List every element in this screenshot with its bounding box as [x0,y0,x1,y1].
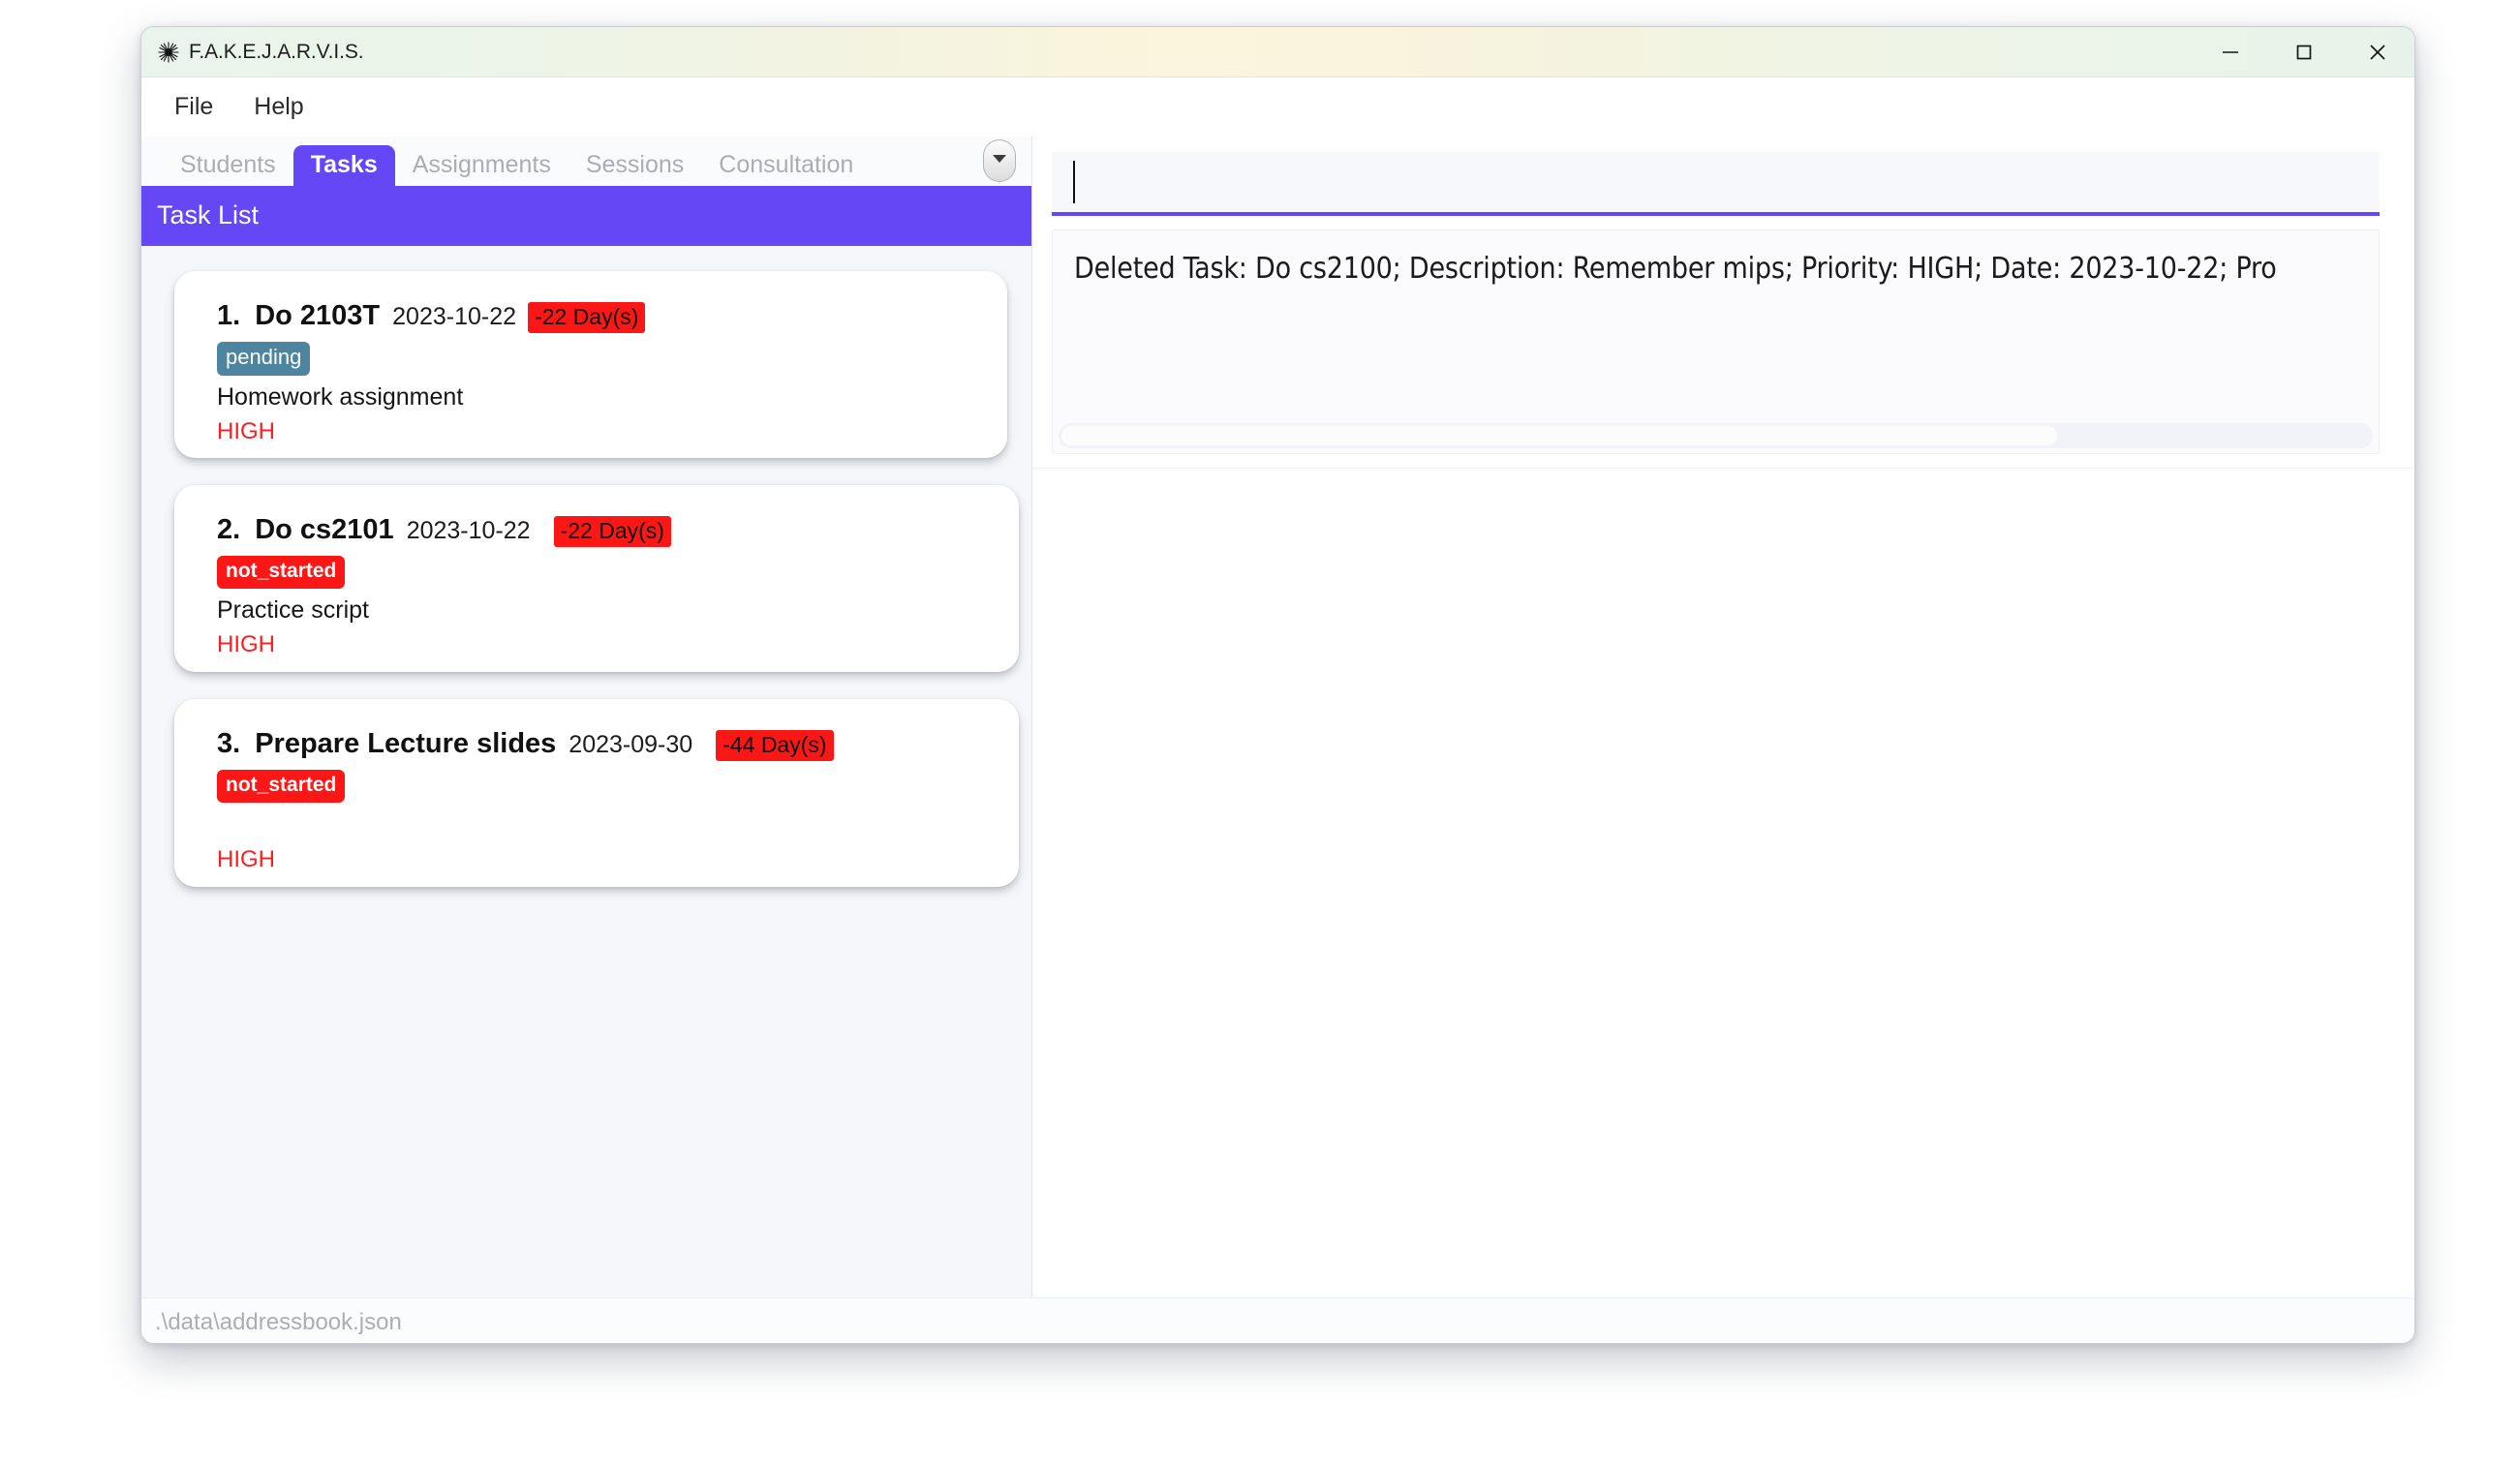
task-date: 2023-10-22 [392,303,517,330]
task-days-badge: -44 Day(s) [716,730,834,762]
task-description: Homework assignment [217,382,464,411]
tab-assignments[interactable]: Assignments [395,145,569,186]
task-card[interactable]: 2. Do cs2101 2023-10-22 -22 Day(s) not_s… [174,485,1019,672]
menu-bar: File Help [141,77,2414,137]
tab-sessions[interactable]: Sessions [569,145,701,186]
command-input[interactable] [1052,152,2380,216]
task-status-badge: pending [217,342,311,376]
task-name: Prepare Lecture slides [255,728,557,759]
tab-overflow-button[interactable] [983,139,1016,182]
result-scrollbar-thumb[interactable] [1061,426,2057,445]
right-panel-empty-area [1032,468,2414,1297]
status-bar-path: .\data\addressbook.json [155,1308,402,1335]
right-panel: Deleted Task: Do cs2100; Description: Re… [1032,137,2414,1297]
screen-root: F.A.K.E.J.A.R.V.I.S. File Help Students … [0,0,2520,1464]
maximize-button[interactable] [2267,27,2341,77]
task-card[interactable]: 3. Prepare Lecture slides 2023-09-30 -44… [174,699,1019,887]
snowflake-icon [157,41,180,64]
task-card-headline: 1. Do 2103T 2023-10-22 -22 Day(s) [217,300,980,334]
main-content: Students Tasks Assignments Sessions Cons… [141,137,2414,1297]
task-priority: HIGH [217,630,275,657]
task-card-headline: 2. Do cs2101 2023-10-22 -22 Day(s) [217,514,992,548]
close-button[interactable] [2341,27,2414,77]
application-window: F.A.K.E.J.A.R.V.I.S. File Help Students … [140,26,2415,1344]
chevron-down-icon [991,152,1008,169]
task-index: 2. [217,514,241,545]
task-priority: HIGH [217,845,275,872]
task-name: Do cs2101 [255,514,394,545]
task-list-header: Task List [141,186,1031,246]
task-priority: HIGH [217,417,275,444]
command-box-wrapper [1032,137,2414,216]
task-card[interactable]: 1. Do 2103T 2023-10-22 -22 Day(s) pendin… [174,271,1007,458]
window-controls [2194,27,2414,77]
left-panel: Students Tasks Assignments Sessions Cons… [141,137,1032,1297]
task-status-badge: not_started [217,770,346,803]
minimize-button[interactable] [2194,27,2267,77]
tab-tasks[interactable]: Tasks [292,144,395,186]
window-title: F.A.K.E.J.A.R.V.I.S. [189,40,364,63]
text-caret [1073,161,1075,203]
task-days-badge: -22 Day(s) [528,302,646,334]
task-status-badge: not_started [217,556,346,589]
task-description: Practice script [217,595,369,624]
task-date: 2023-10-22 [406,517,531,544]
task-description [217,810,992,840]
tab-consultation[interactable]: Consultation [701,145,871,186]
task-name: Do 2103T [255,300,381,331]
task-index: 1. [217,300,241,331]
tab-bar: Students Tasks Assignments Sessions Cons… [141,137,1031,186]
menu-item-help[interactable]: Help [236,87,321,127]
result-display[interactable]: Deleted Task: Do cs2100; Description: Re… [1052,229,2380,454]
task-date: 2023-09-30 [569,731,693,758]
result-text: Deleted Task: Do cs2100; Description: Re… [1074,252,2277,286]
title-bar: F.A.K.E.J.A.R.V.I.S. [141,27,2414,77]
task-card-list: 1. Do 2103T 2023-10-22 -22 Day(s) pendin… [141,246,1031,1297]
menu-item-file[interactable]: File [157,87,230,127]
task-card-headline: 3. Prepare Lecture slides 2023-09-30 -44… [217,728,992,762]
result-horizontal-scrollbar[interactable] [1059,423,2373,448]
tab-students[interactable]: Students [163,145,293,186]
task-days-badge: -22 Day(s) [553,516,671,548]
task-index: 3. [217,728,241,759]
result-box-wrapper: Deleted Task: Do cs2100; Description: Re… [1032,216,2414,454]
title-bar-left: F.A.K.E.J.A.R.V.I.S. [141,40,364,64]
status-bar: .\data\addressbook.json [141,1297,2414,1343]
